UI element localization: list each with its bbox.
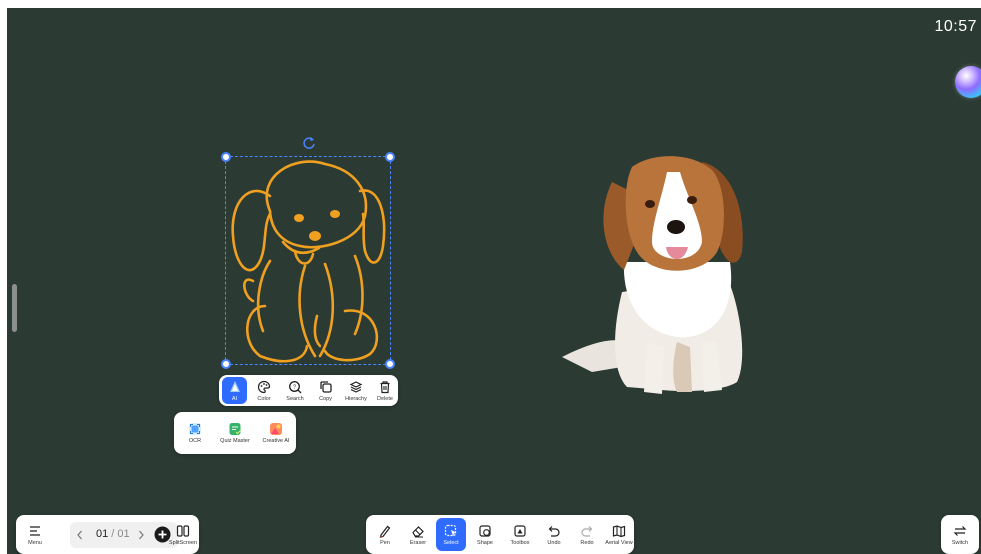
menu-label: Menu <box>28 539 42 546</box>
chevron-left-icon[interactable] <box>75 529 85 541</box>
aerial-view-button[interactable]: Aerial View <box>604 515 634 554</box>
ai-submenu: OCR Quiz Master Creative AI <box>174 412 296 454</box>
creative-ai-button[interactable]: Creative AI <box>258 412 294 454</box>
ocr-label: OCR <box>188 438 202 444</box>
select-tool[interactable]: Select <box>436 518 466 551</box>
copy-label: Copy <box>319 395 332 402</box>
menu-icon <box>30 525 40 536</box>
split-screen-icon <box>176 524 190 537</box>
redo-button[interactable]: Redo <box>572 515 602 554</box>
switch-arrows-icon <box>953 525 967 536</box>
trash-icon <box>380 380 390 393</box>
page-selector: 01 / 01 <box>70 522 178 548</box>
page-navigation-toolbar: Menu 01 / 01 SplitScreen <box>16 515 199 554</box>
current-page: 01 <box>96 528 109 540</box>
map-icon <box>612 524 626 537</box>
svg-text:?: ? <box>293 384 296 390</box>
shape-icon <box>479 524 491 537</box>
main-tool-toolbar: Pen Eraser Select Shape Toolbox Undo Red… <box>366 515 634 554</box>
resize-handle-top-right[interactable] <box>385 152 395 162</box>
color-button[interactable]: Color <box>251 375 277 406</box>
page-indicator[interactable]: 01 / 01 <box>96 528 130 540</box>
ai-assistant-orb-icon[interactable] <box>955 66 981 98</box>
shape-tool[interactable]: Shape <box>470 515 500 554</box>
redo-icon <box>581 525 593 537</box>
copy-icon <box>319 380 332 393</box>
undo-icon <box>548 525 560 537</box>
palette-icon <box>257 380 271 393</box>
layers-icon <box>349 380 363 393</box>
ai-icon <box>229 380 240 392</box>
delete-label: Delete <box>377 395 393 402</box>
hierarchy-label: Hierachy <box>345 395 367 402</box>
eraser-tool[interactable]: Eraser <box>403 515 433 554</box>
creative-ai-label: Creative AI <box>262 438 290 444</box>
select-icon <box>444 524 457 536</box>
pen-icon <box>379 525 391 538</box>
resize-handle-top-left[interactable] <box>221 152 231 162</box>
quiz-master-button[interactable]: Quiz Master <box>216 412 254 454</box>
chevron-right-icon[interactable] <box>136 529 146 541</box>
eraser-icon <box>412 525 424 537</box>
undo-button[interactable]: Undo <box>539 515 569 554</box>
redo-label: Redo <box>580 539 594 546</box>
split-screen-button[interactable]: SplitScreen <box>168 515 198 554</box>
hierarchy-button[interactable]: Hierachy <box>341 375 371 406</box>
resize-handle-bottom-right[interactable] <box>385 359 395 369</box>
pen-label: Pen <box>380 539 390 546</box>
menu-button[interactable]: Menu <box>20 515 50 554</box>
switch-button[interactable]: Switch <box>941 515 979 554</box>
ai-button[interactable]: AI <box>222 377 247 404</box>
toolbox-tool[interactable]: Toolbox <box>504 515 536 554</box>
delete-button[interactable]: Delete <box>373 375 397 406</box>
eraser-label: Eraser <box>409 539 427 546</box>
search-button[interactable]: ? Search <box>281 375 309 406</box>
whiteboard-canvas[interactable]: 10:57 AI Color ? Search Copy Hierachy De… <box>7 8 981 554</box>
ocr-button[interactable]: OCR <box>178 412 212 454</box>
pen-tool[interactable]: Pen <box>370 515 400 554</box>
quiz-icon <box>229 423 241 435</box>
switch-toolbar: Switch <box>941 515 979 554</box>
copy-button[interactable]: Copy <box>313 375 338 406</box>
switch-label: Switch <box>951 539 969 546</box>
search-label: Search <box>286 395 304 402</box>
resize-handle-bottom-left[interactable] <box>221 359 231 369</box>
undo-label: Undo <box>547 539 561 546</box>
aerial-view-label: Aerial View <box>605 539 633 546</box>
quiz-master-label: Quiz Master <box>220 438 250 444</box>
ocr-icon <box>189 423 201 435</box>
toolbox-icon <box>514 524 526 537</box>
selection-box <box>225 156 391 365</box>
side-drawer-handle[interactable] <box>12 284 17 332</box>
dog-photo-image[interactable] <box>552 142 767 397</box>
clock: 10:57 <box>934 18 977 35</box>
split-screen-label: SplitScreen <box>168 539 198 546</box>
creative-ai-icon <box>270 423 282 435</box>
total-pages: 01 <box>117 528 130 540</box>
selection-context-toolbar: AI Color ? Search Copy Hierachy Delete <box>219 375 398 406</box>
search-icon: ? <box>289 380 302 393</box>
select-label: Select <box>443 539 459 546</box>
toolbox-label: Toolbox <box>510 539 530 546</box>
ai-label: AI <box>231 395 238 402</box>
color-label: Color <box>257 395 271 402</box>
rotate-icon[interactable] <box>302 136 316 150</box>
shape-label: Shape <box>477 539 493 546</box>
